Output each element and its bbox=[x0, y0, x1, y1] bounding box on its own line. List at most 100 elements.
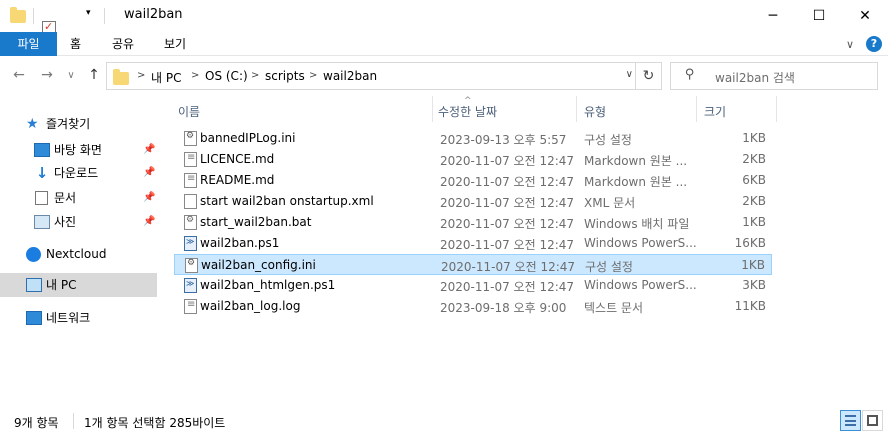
breadcrumb-pc[interactable]: 내 PC bbox=[151, 69, 181, 86]
breadcrumb-separator[interactable]: > bbox=[191, 70, 199, 81]
item-count: 9개 항목 bbox=[14, 416, 59, 430]
file-row[interactable]: wail2ban.ps1 2020-11-07 오전 12:47 Windows… bbox=[174, 233, 772, 254]
refresh-icon[interactable]: ↻ bbox=[635, 63, 661, 89]
file-row[interactable]: bannedIPLog.ini 2023-09-13 오후 5:57 구성 설정… bbox=[174, 128, 772, 149]
folder-icon bbox=[10, 7, 26, 23]
file-row[interactable]: wail2ban_htmlgen.ps1 2020-11-07 오전 12:47… bbox=[174, 275, 772, 296]
column-type[interactable]: 유형 bbox=[584, 103, 606, 120]
breadcrumb-scripts[interactable]: scripts bbox=[265, 69, 305, 83]
file-name: start_wail2ban.bat bbox=[200, 215, 312, 229]
address-bar[interactable]: > 내 PC > OS (C:) > scripts > wail2ban ∨ … bbox=[106, 62, 662, 90]
pin-icon[interactable]: 📌 bbox=[143, 161, 155, 185]
up-icon[interactable]: ↑ bbox=[85, 67, 103, 83]
pin-icon[interactable]: 📌 bbox=[143, 186, 155, 210]
breadcrumb-wail2ban[interactable]: wail2ban bbox=[323, 69, 377, 83]
ribbon: 파일 홈 공유 보기 ∨ ? bbox=[0, 32, 888, 56]
sidebar-item-documents[interactable]: 문서 📌 bbox=[0, 186, 157, 210]
file-date: 2020-11-07 오전 12:47 bbox=[440, 238, 575, 252]
file-size: 11KB bbox=[734, 299, 766, 313]
file-date: 2023-09-13 오후 5:57 bbox=[440, 133, 567, 147]
network-icon bbox=[26, 311, 42, 325]
forward-icon[interactable]: → bbox=[38, 67, 56, 83]
file-name: README.md bbox=[200, 173, 275, 187]
details-view-button[interactable] bbox=[840, 410, 861, 431]
sidebar-item-label: 즐겨찾기 bbox=[46, 117, 91, 131]
maximize-icon[interactable]: ☐ bbox=[796, 0, 842, 32]
file-size: 3KB bbox=[742, 278, 766, 292]
star-icon: ★ bbox=[26, 116, 39, 132]
file-type: 구성 설정 bbox=[585, 260, 633, 274]
column-name[interactable]: 이름 bbox=[178, 103, 200, 120]
large-icons-view-button[interactable] bbox=[862, 410, 883, 431]
column-size[interactable]: 크기 bbox=[704, 103, 726, 120]
file-date: 2020-11-07 오전 12:47 bbox=[441, 260, 576, 274]
file-name: wail2ban_config.ini bbox=[201, 258, 316, 272]
file-type: Markdown 원본 ... bbox=[584, 175, 688, 189]
sidebar-item-label: Nextcloud bbox=[46, 247, 107, 261]
breadcrumb-separator[interactable]: > bbox=[251, 70, 259, 81]
column-divider[interactable] bbox=[776, 96, 777, 122]
file-size: 6KB bbox=[742, 173, 766, 187]
address-dropdown-icon[interactable]: ∨ bbox=[626, 69, 633, 80]
sidebar-item-quick-access[interactable]: ★ 즐겨찾기 bbox=[0, 112, 157, 136]
back-icon[interactable]: ← bbox=[10, 67, 28, 83]
download-icon: ↓ bbox=[35, 164, 49, 182]
sidebar-item-pictures[interactable]: 사진 📌 bbox=[0, 210, 157, 234]
file-row[interactable]: start_wail2ban.bat 2020-11-07 오전 12:47 W… bbox=[174, 212, 772, 233]
column-date[interactable]: 수정한 날짜 bbox=[438, 103, 497, 120]
search-icon: ⚲ bbox=[685, 67, 695, 82]
tab-file[interactable]: 파일 bbox=[0, 32, 57, 56]
column-divider[interactable] bbox=[696, 96, 697, 122]
close-icon[interactable]: ✕ bbox=[842, 0, 888, 32]
pictures-icon bbox=[34, 215, 50, 229]
config-file-icon bbox=[184, 131, 197, 146]
column-header: ^ 이름 수정한 날짜 유형 크기 bbox=[166, 96, 888, 122]
markdown-file-icon bbox=[184, 152, 197, 167]
file-date: 2020-11-07 오전 12:47 bbox=[440, 175, 575, 189]
file-type: Windows PowerS... bbox=[584, 236, 697, 250]
large-icons-view-icon bbox=[867, 415, 878, 426]
sidebar-item-label: 사진 bbox=[54, 215, 77, 229]
expand-ribbon-icon[interactable]: ∨ bbox=[846, 38, 854, 51]
sidebar-item-network[interactable]: 네트워크 bbox=[0, 306, 157, 330]
sidebar-item-this-pc[interactable]: 내 PC bbox=[0, 273, 157, 297]
text-file-icon bbox=[184, 299, 197, 314]
file-row[interactable]: start wail2ban onstartup.xml 2020-11-07 … bbox=[174, 191, 772, 212]
sidebar-item-nextcloud[interactable]: Nextcloud bbox=[0, 242, 157, 266]
window-title: wail2ban bbox=[124, 7, 183, 22]
search-box[interactable]: ⚲ wail2ban 검색 bbox=[670, 62, 878, 90]
details-view-icon bbox=[845, 415, 856, 426]
file-row[interactable]: wail2ban_log.log 2023-09-18 오후 9:00 텍스트 … bbox=[174, 296, 772, 317]
customize-toolbar-icon[interactable]: ▾ bbox=[86, 8, 91, 24]
column-divider[interactable] bbox=[576, 96, 577, 122]
help-icon[interactable]: ? bbox=[866, 36, 882, 52]
sidebar-item-downloads[interactable]: ↓ 다운로드 📌 bbox=[0, 161, 157, 185]
sidebar-item-desktop[interactable]: 바탕 화면 📌 bbox=[0, 138, 157, 162]
file-name: wail2ban_htmlgen.ps1 bbox=[200, 278, 336, 292]
nextcloud-icon bbox=[26, 247, 41, 262]
tab-home[interactable]: 홈 bbox=[58, 32, 93, 56]
breadcrumb-separator[interactable]: > bbox=[137, 70, 145, 81]
file-size: 1KB bbox=[742, 215, 766, 229]
desktop-icon bbox=[34, 143, 50, 157]
xml-file-icon bbox=[184, 194, 197, 209]
pin-icon[interactable]: 📌 bbox=[143, 210, 155, 234]
minimize-icon[interactable]: ─ bbox=[750, 0, 796, 32]
file-type: Windows 배치 파일 bbox=[584, 217, 690, 231]
file-row[interactable]: README.md 2020-11-07 오전 12:47 Markdown 원… bbox=[174, 170, 772, 191]
file-name: start wail2ban onstartup.xml bbox=[200, 194, 374, 208]
divider bbox=[33, 8, 34, 24]
file-size: 16KB bbox=[734, 236, 766, 250]
file-name: wail2ban_log.log bbox=[200, 299, 301, 313]
breadcrumb-separator[interactable]: > bbox=[309, 70, 317, 81]
pin-icon[interactable]: 📌 bbox=[143, 138, 155, 162]
breadcrumb-drive[interactable]: OS (C:) bbox=[205, 69, 248, 83]
divider bbox=[73, 413, 74, 429]
file-row[interactable]: LICENCE.md 2020-11-07 오전 12:47 Markdown … bbox=[174, 149, 772, 170]
recent-locations-icon[interactable]: ∨ bbox=[62, 70, 80, 81]
column-divider[interactable] bbox=[432, 96, 433, 122]
tab-view[interactable]: 보기 bbox=[152, 32, 198, 56]
folder-icon bbox=[113, 69, 129, 85]
file-row-selected[interactable]: wail2ban_config.ini 2020-11-07 오전 12:47 … bbox=[174, 254, 772, 275]
tab-share[interactable]: 공유 bbox=[100, 32, 146, 56]
